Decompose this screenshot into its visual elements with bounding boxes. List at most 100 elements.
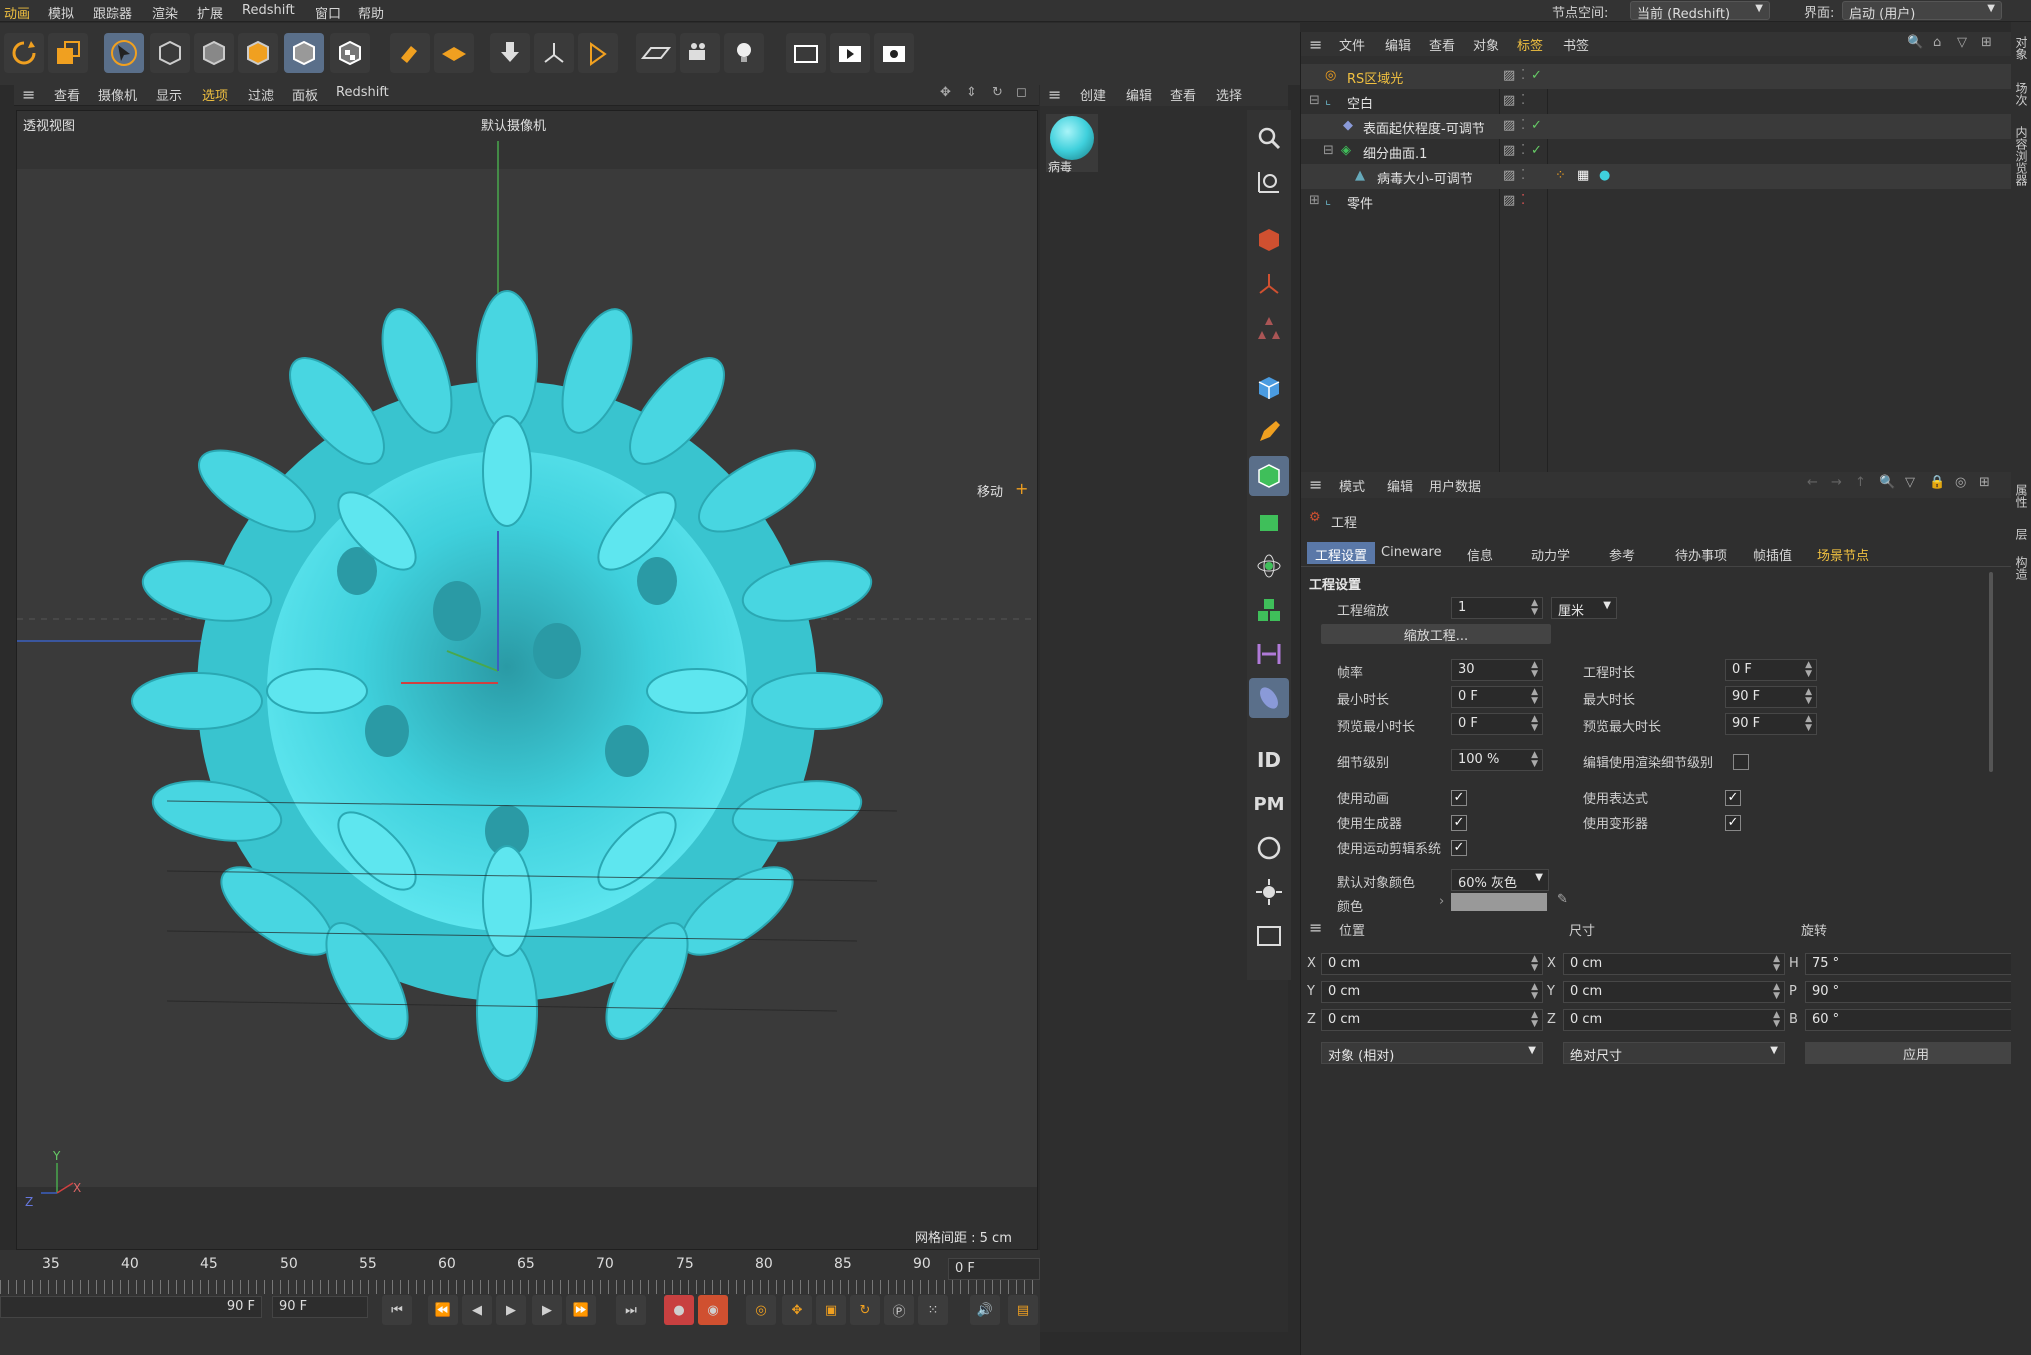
spinner-icon[interactable]: ▲▼ xyxy=(1531,688,1538,706)
vp-menu-filter[interactable]: 过滤 xyxy=(248,85,274,104)
object-row[interactable]: ◎ RS区域光 ▨ ⁚ ✓ xyxy=(1301,64,2011,89)
filter-icon[interactable]: ▽ xyxy=(1905,475,1915,490)
vp-menu-display[interactable]: 显示 xyxy=(156,85,182,104)
tab-todo[interactable]: 待办事项 xyxy=(1667,542,1735,564)
tab-info[interactable]: 信息 xyxy=(1459,542,1501,564)
spinner-icon[interactable]: ▲▼ xyxy=(1773,983,1780,1001)
check-icon[interactable]: ✓ xyxy=(1531,118,1542,133)
eyedropper-icon[interactable]: ✎ xyxy=(1557,892,1568,907)
om-menu-view[interactable]: 查看 xyxy=(1429,35,1455,54)
rot-h-field[interactable]: 75 °▲▼ xyxy=(1805,953,2027,975)
om-menu-edit[interactable]: 编辑 xyxy=(1385,35,1411,54)
light-button[interactable] xyxy=(724,33,764,73)
timeline-ruler[interactable] xyxy=(0,1280,1040,1294)
tab-attributes[interactable]: 属性 xyxy=(2013,484,2030,508)
rs-aov-button[interactable] xyxy=(1249,916,1289,956)
object-row[interactable]: ▲ 病毒大小-可调节 ▨ ⁚ ⁘ ▦ ● xyxy=(1301,164,2011,189)
floor-button[interactable] xyxy=(636,33,676,73)
snap-settings-button[interactable] xyxy=(1249,308,1289,348)
spinner-icon[interactable]: ▲▼ xyxy=(1773,1011,1780,1029)
axis-mode-button[interactable] xyxy=(1249,264,1289,304)
object-row[interactable]: ◆ 表面起伏程度-可调节 ▨ ⁚ ✓ xyxy=(1301,114,2011,139)
select-tool-button[interactable] xyxy=(104,33,144,73)
search-button[interactable] xyxy=(1249,118,1289,158)
use-expressions-checkbox[interactable]: ✓ xyxy=(1725,790,1741,806)
tab-interpolation[interactable]: 帧插值 xyxy=(1745,542,1800,564)
cube-primitive-button[interactable] xyxy=(1249,368,1289,408)
key-rotation-button[interactable]: ↻ xyxy=(850,1295,880,1325)
tab-takes[interactable]: 场次 xyxy=(2013,82,2030,106)
visibility-dots-icon[interactable]: ⁚ xyxy=(1521,68,1525,83)
deformer-button[interactable] xyxy=(1249,634,1289,674)
spinner-icon[interactable]: ▲▼ xyxy=(1531,715,1538,733)
search-icon[interactable]: 🔍 xyxy=(1907,35,1923,50)
key-scale-button[interactable]: ▣ xyxy=(816,1295,846,1325)
tab-scene-nodes[interactable]: 场景节点 xyxy=(1809,542,1877,564)
menu-render[interactable]: 渲染 xyxy=(152,3,178,22)
edit-icon[interactable]: ▨ xyxy=(1503,118,1515,133)
node-space-dropdown[interactable]: 当前 (Redshift) ▼ xyxy=(1630,1,1770,22)
dolly-view-icon[interactable]: ⇕ xyxy=(966,85,977,100)
pos-x-field[interactable]: 0 cm ▲ ▼ xyxy=(1321,953,1543,975)
color-swatch[interactable] xyxy=(1451,893,1547,911)
next-frame-button[interactable]: ▶ xyxy=(532,1295,562,1325)
check-icon[interactable]: ✓ xyxy=(1531,143,1542,158)
menu-extensions[interactable]: 扩展 xyxy=(197,3,223,22)
max-time-field[interactable]: 90 F ▲ ▼ xyxy=(1725,686,1817,708)
autokey-button[interactable]: ◉ xyxy=(698,1295,728,1325)
mograph-button[interactable] xyxy=(1249,546,1289,586)
field-button[interactable] xyxy=(1249,678,1289,718)
play-button[interactable]: ▶ xyxy=(496,1295,526,1325)
am-menu-userdata[interactable]: 用户数据 xyxy=(1429,476,1481,495)
size-x-field[interactable]: 0 cm ▲ ▼ xyxy=(1563,953,1785,975)
scale-tool-button[interactable] xyxy=(48,33,88,73)
viewport[interactable]: 透视视图 默认摄像机 移动 + 网格间距 : 5 cm Y X Z xyxy=(16,110,1038,1250)
target-icon[interactable]: ◎ xyxy=(1955,475,1966,490)
menu-simulate[interactable]: 模拟 xyxy=(48,3,74,22)
filter-icon[interactable]: ▽ xyxy=(1957,35,1967,50)
interface-dropdown[interactable]: 启动 (用户) ▼ xyxy=(1842,1,2002,22)
use-animation-checkbox[interactable]: ✓ xyxy=(1451,790,1467,806)
size-y-field[interactable]: 0 cm ▲ ▼ xyxy=(1563,981,1785,1003)
menu-help[interactable]: 帮助 xyxy=(358,3,384,22)
hamburger-icon[interactable]: ≡ xyxy=(1309,475,1322,494)
pos-z-field[interactable]: 0 cm ▲ ▼ xyxy=(1321,1009,1543,1031)
next-key-button[interactable]: ⏩ xyxy=(566,1295,596,1325)
render-lod-checkbox[interactable] xyxy=(1733,754,1749,770)
fps-field[interactable]: 30 ▲ ▼ xyxy=(1451,659,1543,681)
model-mode-button[interactable] xyxy=(284,33,324,73)
object-row[interactable]: ⊟ ◈ 细分曲面.1 ▨ ⁚ ✓ xyxy=(1301,139,2011,164)
rot-b-field[interactable]: 60 °▲▼ xyxy=(1805,1009,2027,1031)
expand-arrow-icon[interactable]: › xyxy=(1439,894,1444,909)
spinner-icon[interactable]: ▲▼ xyxy=(1531,599,1538,617)
sky-button[interactable] xyxy=(1249,828,1289,868)
rot-p-field[interactable]: 90 °▲▼ xyxy=(1805,981,2027,1003)
prev-frame-button[interactable]: ◀ xyxy=(462,1295,492,1325)
mat-menu-edit[interactable]: 编辑 xyxy=(1126,85,1152,104)
grid-snap-button[interactable] xyxy=(434,33,474,73)
tab-project-settings[interactable]: 工程设置 xyxy=(1307,542,1376,564)
mat-menu-view[interactable]: 查看 xyxy=(1170,85,1196,104)
tag-icon[interactable]: ⁘ xyxy=(1555,168,1566,183)
material-swatch[interactable]: 病毒 xyxy=(1046,114,1098,174)
min-time-field[interactable]: 0 F ▲ ▼ xyxy=(1451,686,1543,708)
new-window-icon[interactable]: ⊞ xyxy=(1979,475,1990,490)
maximize-view-icon[interactable]: ◻ xyxy=(1016,85,1027,100)
film-button[interactable]: ▤ xyxy=(1008,1295,1038,1325)
edit-icon[interactable]: ▨ xyxy=(1503,143,1515,158)
visibility-dots-icon[interactable]: ⁚ xyxy=(1521,93,1525,108)
search-icon[interactable]: 🔍 xyxy=(1879,475,1895,490)
hamburger-icon[interactable]: ≡ xyxy=(1309,918,1322,937)
spinner-icon[interactable]: ▲▼ xyxy=(1531,983,1538,1001)
check-icon[interactable]: ✓ xyxy=(1531,68,1542,83)
render-view-button[interactable] xyxy=(830,33,870,73)
goto-start-button[interactable]: ⏮ xyxy=(382,1295,412,1325)
scrollbar[interactable] xyxy=(1989,572,1993,772)
edit-icon[interactable]: ▨ xyxy=(1503,68,1515,83)
mat-menu-create[interactable]: 创建 xyxy=(1080,85,1106,104)
coord-mode-dropdown[interactable]: 对象 (相对) ▼ xyxy=(1321,1042,1543,1064)
vp-menu-view[interactable]: 查看 xyxy=(54,85,80,104)
edges-mode-button[interactable] xyxy=(194,33,234,73)
tab-reference[interactable]: 参考 xyxy=(1601,542,1643,564)
menu-redshift[interactable]: Redshift xyxy=(242,3,295,18)
